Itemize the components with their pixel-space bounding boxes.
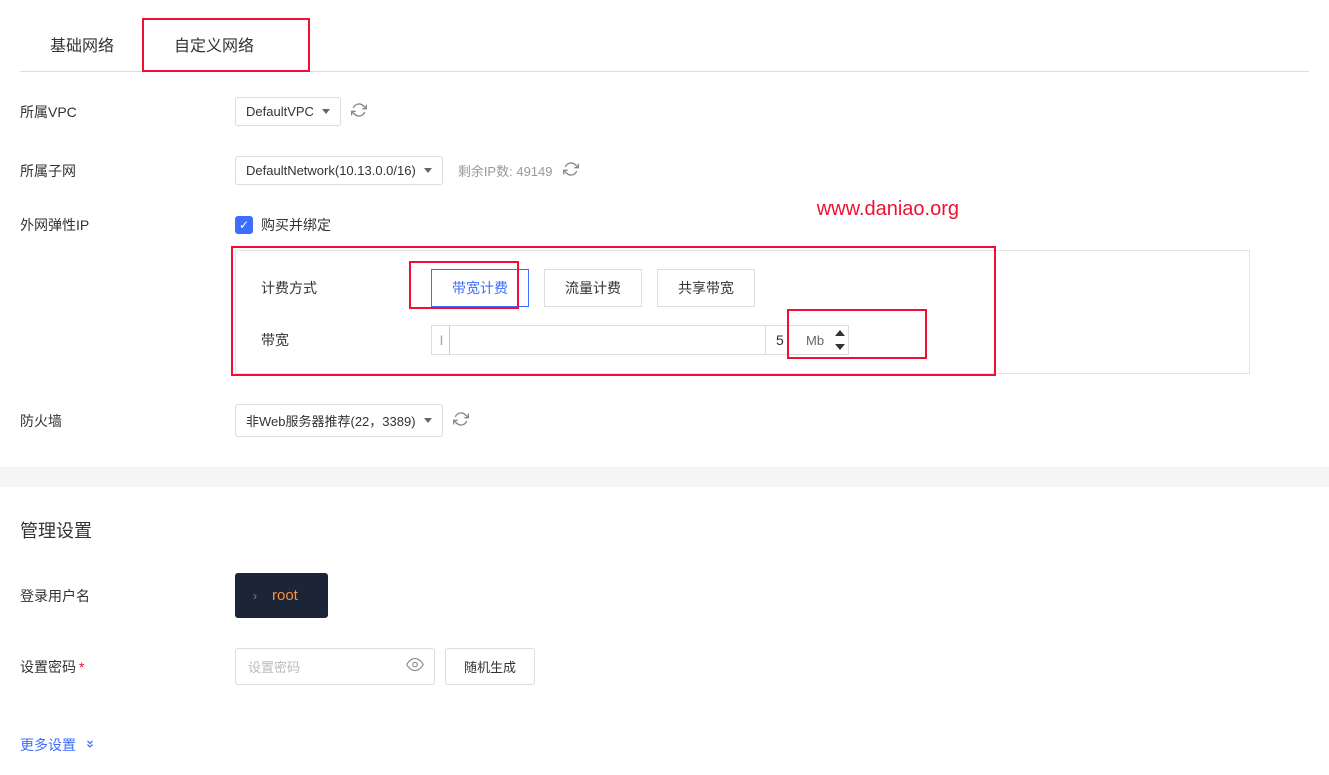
remaining-ip-label: 剩余IP数: 49149: [458, 161, 553, 180]
spinner-down-button[interactable]: [832, 340, 848, 354]
firewall-select[interactable]: 非Web服务器推荐(22，3389): [235, 404, 443, 437]
down-arrow-icon: [835, 344, 845, 350]
vpc-label: 所属VPC: [20, 102, 235, 122]
eip-checkbox[interactable]: ✓: [235, 216, 253, 234]
refresh-icon[interactable]: [453, 411, 469, 430]
double-chevron-down-icon: [84, 738, 96, 753]
random-password-button[interactable]: 随机生成: [445, 648, 535, 685]
management-title: 管理设置: [20, 517, 1309, 543]
username-value: root: [267, 573, 328, 618]
bandwidth-label: 带宽: [261, 330, 431, 350]
chevron-down-icon: [424, 168, 432, 173]
bandwidth-unit: Mb: [806, 333, 832, 348]
tab-basic-network[interactable]: 基础网络: [20, 20, 144, 71]
billing-option-shared[interactable]: 共享带宽: [657, 269, 755, 307]
eye-icon[interactable]: [406, 655, 424, 678]
highlight-box: [231, 246, 996, 376]
username-label: 登录用户名: [20, 586, 235, 606]
vpc-value: DefaultVPC: [246, 104, 314, 119]
tab-custom-network[interactable]: 自定义网络: [144, 20, 284, 72]
eip-label: 外网弹性IP: [20, 215, 235, 235]
bandwidth-slider[interactable]: ||: [431, 325, 766, 355]
more-settings-toggle[interactable]: 更多设置: [20, 735, 96, 755]
firewall-value: 非Web服务器推荐(22，3389): [246, 411, 416, 430]
billing-option-bandwidth[interactable]: 带宽计费: [431, 269, 529, 307]
check-icon: ✓: [239, 218, 249, 232]
required-indicator: *: [79, 659, 84, 675]
password-label: 设置密码*: [20, 657, 235, 677]
section-divider: [0, 467, 1329, 487]
password-input[interactable]: 设置密码: [235, 648, 435, 685]
subnet-label: 所属子网: [20, 161, 235, 181]
bandwidth-value: 5: [766, 332, 806, 348]
chevron-down-icon: [322, 109, 330, 114]
network-tabs: 基础网络 自定义网络: [20, 20, 1309, 72]
bandwidth-spinner[interactable]: 5 Mb: [766, 325, 849, 355]
vpc-select[interactable]: DefaultVPC: [235, 97, 341, 126]
subnet-value: DefaultNetwork(10.13.0.0/16): [246, 163, 416, 178]
slider-handle[interactable]: ||: [432, 326, 450, 354]
refresh-icon[interactable]: [563, 161, 579, 180]
up-arrow-icon: [835, 330, 845, 336]
username-button[interactable]: › root: [235, 573, 328, 618]
subnet-select[interactable]: DefaultNetwork(10.13.0.0/16): [235, 156, 443, 185]
password-placeholder: 设置密码: [248, 660, 300, 675]
chevron-right-icon: ›: [235, 575, 267, 617]
billing-panel: 计费方式 带宽计费 流量计费 共享带宽 带宽 || 5 Mb: [235, 250, 1250, 374]
eip-checkbox-label: 购买并绑定: [261, 215, 331, 235]
firewall-label: 防火墙: [20, 411, 235, 431]
refresh-icon[interactable]: [351, 102, 367, 121]
watermark-text: www.daniao.org: [817, 198, 959, 221]
billing-option-traffic[interactable]: 流量计费: [544, 269, 642, 307]
spinner-up-button[interactable]: [832, 326, 848, 340]
billing-method-label: 计费方式: [261, 278, 431, 298]
chevron-down-icon: [424, 418, 432, 423]
